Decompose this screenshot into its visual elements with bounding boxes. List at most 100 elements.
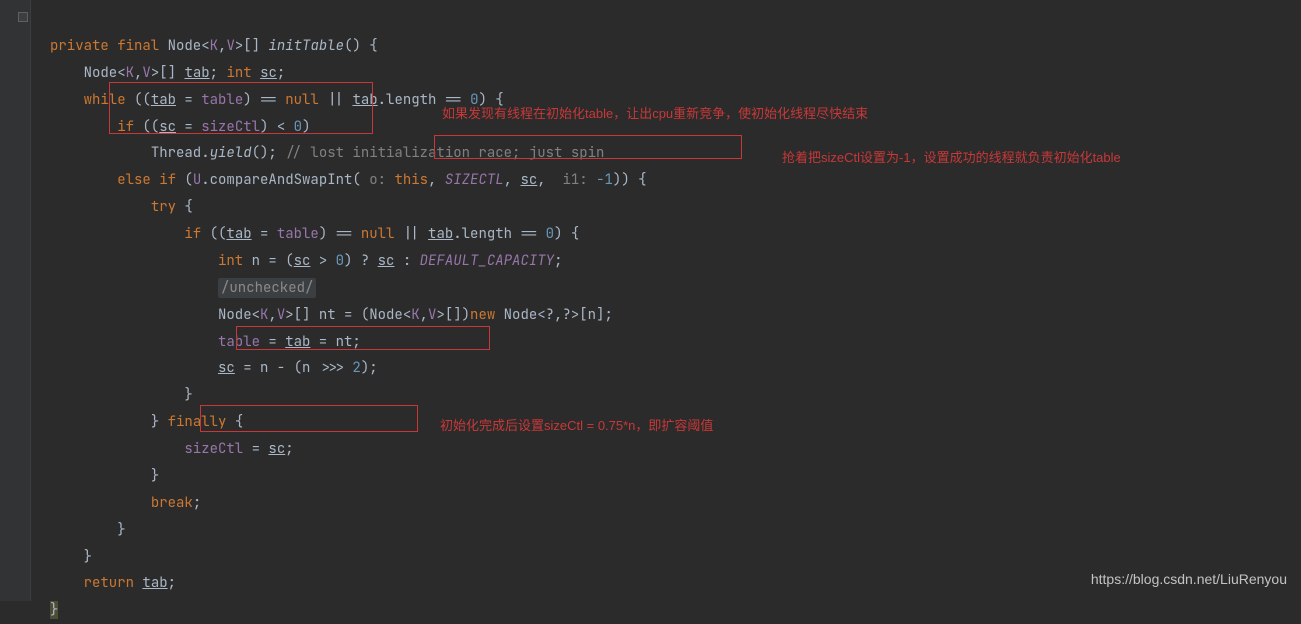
- code-area: private final Node<K,V>[] initTable() { …: [30, 0, 1301, 601]
- p: ;: [277, 64, 285, 82]
- suppress-tag: /unchecked/: [218, 278, 316, 298]
- p: {: [226, 413, 243, 431]
- field: U: [193, 171, 201, 189]
- brace: }: [184, 386, 192, 404]
- p: :: [394, 252, 419, 270]
- num: -1: [596, 171, 613, 189]
- num: 0: [546, 225, 554, 243]
- var: sc: [159, 118, 176, 136]
- kw: null: [361, 225, 395, 243]
- generics: <K,V>[]: [201, 37, 260, 55]
- brace: }: [117, 521, 125, 539]
- kw: break: [151, 494, 193, 512]
- type: Node: [168, 37, 202, 55]
- p: ,: [428, 171, 445, 189]
- p: ((: [134, 91, 151, 109]
- comment: // lost initialization race; just spin: [285, 144, 604, 162]
- var: tab: [226, 225, 251, 243]
- brace-end: }: [50, 601, 58, 619]
- p: );: [361, 359, 378, 377]
- var: tab: [352, 91, 377, 109]
- p: .compareAndSwapInt(: [201, 171, 361, 189]
- field: sizeCtl: [184, 440, 243, 458]
- num: 2: [352, 359, 360, 377]
- field: table: [218, 333, 260, 351]
- p: =: [260, 333, 285, 351]
- editor-gutter: [0, 0, 31, 601]
- p: ();: [252, 144, 286, 162]
- t: Thread.: [151, 144, 210, 162]
- annotation-text-1: 如果发现有线程在初始化table，让出cpu重新竞争，使初始化线程尽快结束: [442, 102, 868, 127]
- const: DEFAULT_CAPACITY: [420, 252, 554, 270]
- var: tab: [151, 91, 176, 109]
- p: = n - (n >>>: [235, 359, 353, 377]
- var: sc: [260, 64, 277, 82]
- kw: else if: [117, 171, 184, 189]
- var: sc: [268, 440, 285, 458]
- var: tab: [428, 225, 453, 243]
- p: ) ?: [344, 252, 378, 270]
- num: 0: [294, 118, 302, 136]
- mth: yield: [210, 144, 252, 162]
- p: >: [310, 252, 335, 270]
- kw: finally: [168, 413, 227, 431]
- annotation-text-2: 抢着把sizeCtl设置为-1，设置成功的线程就负责初始化table: [782, 146, 1121, 171]
- p: =: [176, 91, 201, 109]
- kw: try: [151, 198, 185, 216]
- fold-marker-icon[interactable]: [18, 12, 28, 22]
- p: =: [176, 118, 201, 136]
- kw: if: [117, 118, 142, 136]
- p: ;: [168, 574, 176, 592]
- annotation-text-3: 初始化完成后设置sizeCtl = 0.75*n，即扩容阈值: [440, 414, 713, 439]
- p: ,: [504, 171, 521, 189]
- p: =: [243, 440, 268, 458]
- p: )) {: [613, 171, 647, 189]
- kw: int: [218, 252, 252, 270]
- p: =: [252, 225, 277, 243]
- p: ;: [554, 252, 562, 270]
- brace: }: [151, 467, 159, 485]
- field: sizeCtl: [201, 118, 260, 136]
- p: ((: [142, 118, 159, 136]
- var: sc: [520, 171, 537, 189]
- p: ||: [319, 91, 353, 109]
- p: .length ==: [453, 225, 545, 243]
- p: ) {: [554, 225, 579, 243]
- code: Node<K,V>[]: [84, 64, 185, 82]
- brace: }: [84, 548, 92, 566]
- kw: int: [226, 64, 260, 82]
- num: 0: [336, 252, 344, 270]
- p: n = (: [252, 252, 294, 270]
- var: tab: [184, 64, 209, 82]
- field: table: [277, 225, 319, 243]
- p: ) ==: [243, 91, 285, 109]
- method-name: initTable: [268, 37, 344, 55]
- p: }: [151, 413, 168, 431]
- var: tab: [142, 574, 167, 592]
- var: sc: [294, 252, 311, 270]
- p: ): [302, 118, 310, 136]
- p: ,: [537, 171, 554, 189]
- p: ||: [394, 225, 428, 243]
- p: = nt;: [310, 333, 360, 351]
- p: (: [184, 171, 192, 189]
- watermark: https://blog.csdn.net/LiuRenyou: [1091, 566, 1287, 593]
- param-hint: o:: [361, 171, 395, 189]
- p: ) <: [260, 118, 294, 136]
- param-hint: i1:: [554, 171, 596, 189]
- kw: while: [84, 91, 134, 109]
- const: SIZECTL: [445, 171, 504, 189]
- kw: return: [84, 574, 143, 592]
- p: ) ==: [319, 225, 361, 243]
- punct: () {: [344, 37, 378, 55]
- var: tab: [285, 333, 310, 351]
- p: ;: [285, 440, 293, 458]
- field: table: [201, 91, 243, 109]
- p: ;: [210, 64, 227, 82]
- kw: if: [184, 225, 209, 243]
- keyword: private final: [50, 37, 159, 55]
- var: sc: [378, 252, 395, 270]
- kw: null: [285, 91, 319, 109]
- kw: this: [394, 171, 428, 189]
- var: sc: [218, 359, 235, 377]
